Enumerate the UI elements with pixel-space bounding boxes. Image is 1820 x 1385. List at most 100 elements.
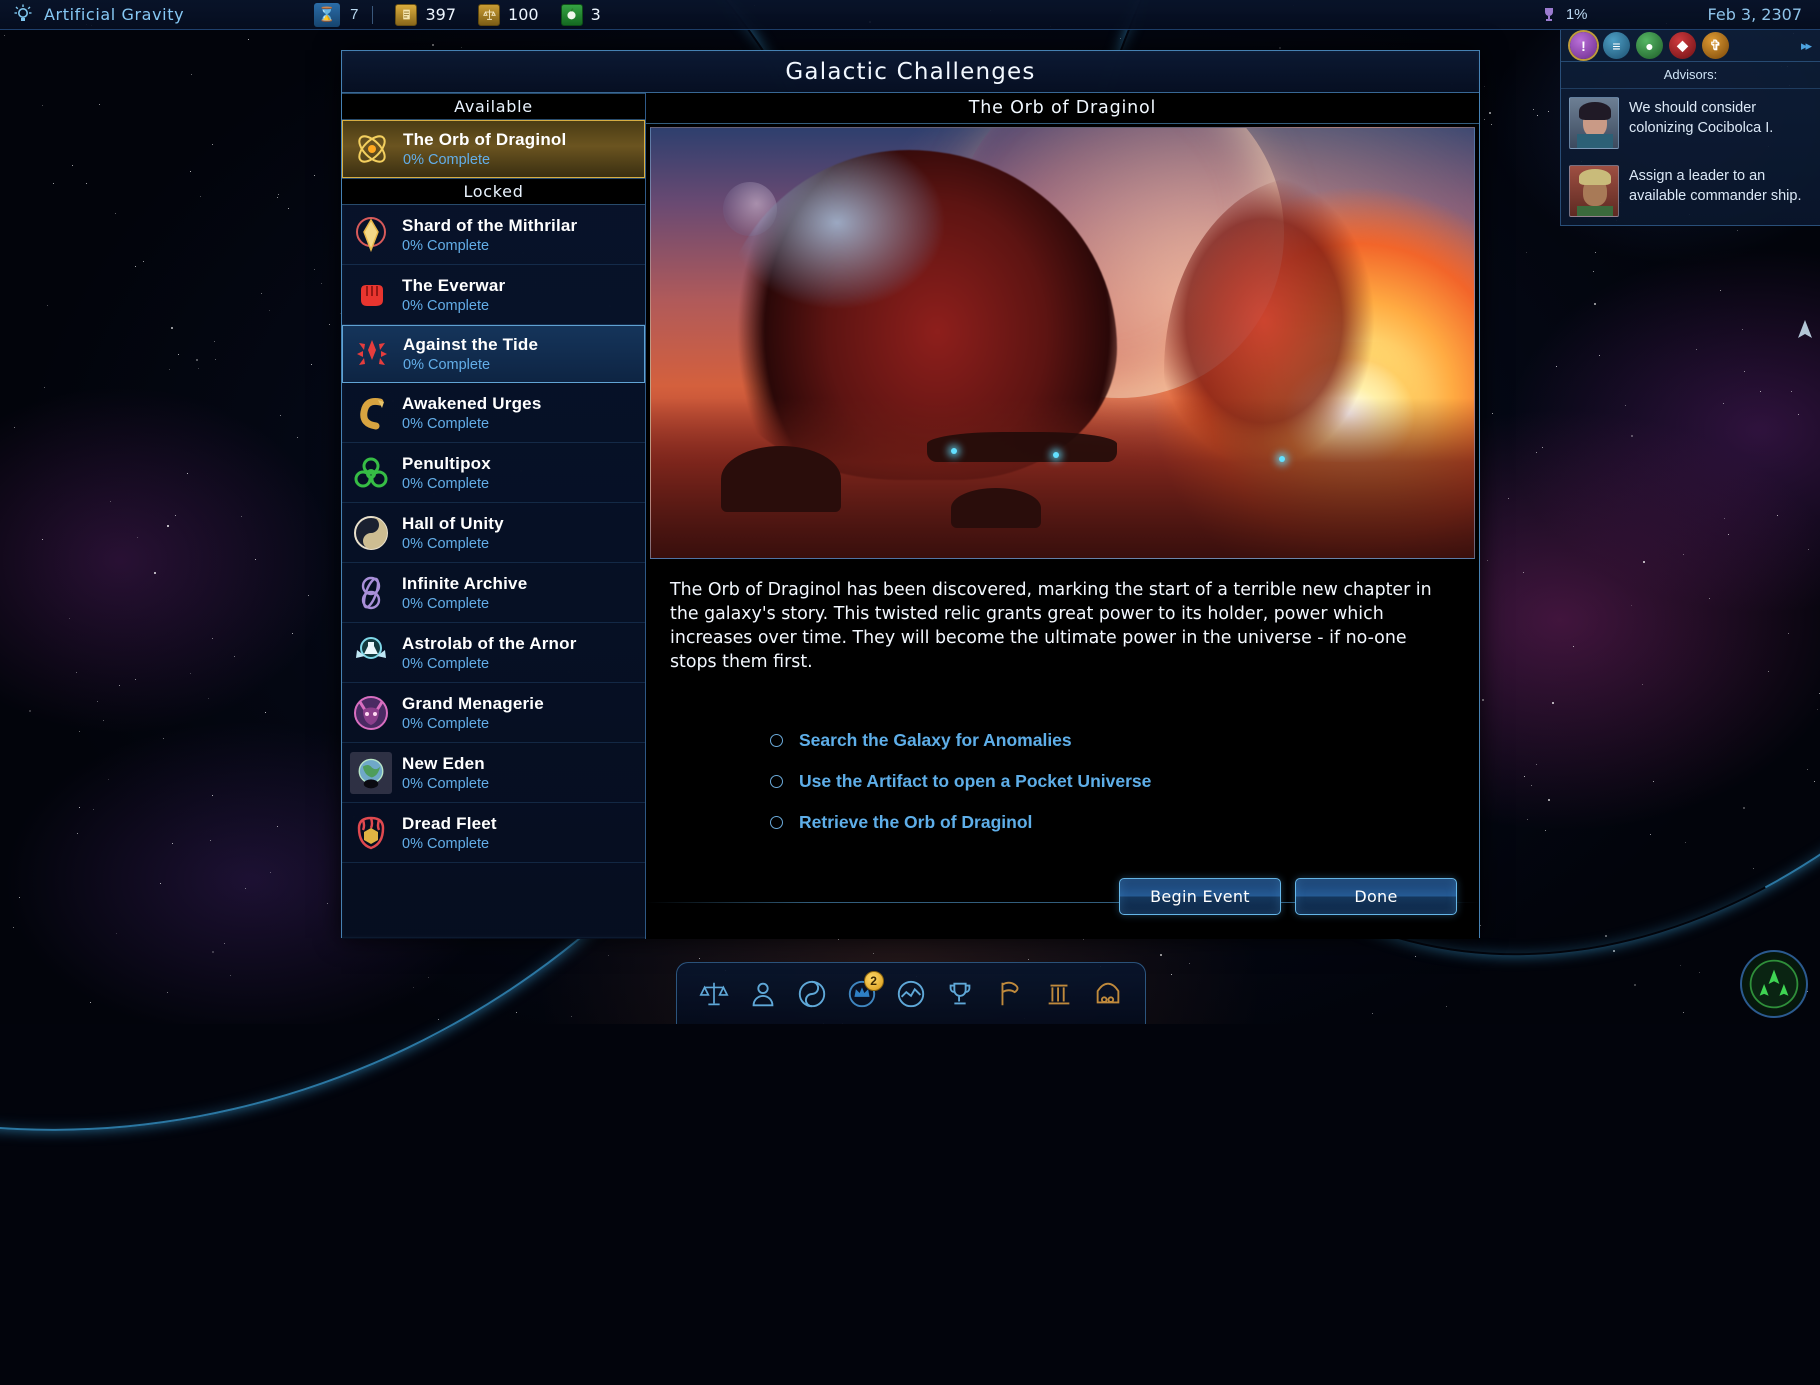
research-value: 397 (425, 5, 456, 24)
challenge-name: The Everwar (402, 276, 505, 296)
notification-badge: 2 (864, 971, 884, 991)
resource-approval[interactable]: 100 (478, 4, 539, 26)
fleet-radar-minimap[interactable] (1740, 950, 1808, 1018)
dialog-title: Galactic Challenges (342, 51, 1479, 93)
trophy-icon (1540, 6, 1558, 24)
challenge-item-grand-menagerie[interactable]: Grand Menagerie 0% Complete (342, 683, 645, 743)
begin-event-button[interactable]: Begin Event (1119, 878, 1281, 915)
ship-light (1279, 456, 1285, 462)
alert-icon[interactable]: ! (1570, 32, 1597, 59)
challenge-progress: 0% Complete (402, 776, 489, 792)
military-icon[interactable]: ◆ (1669, 32, 1696, 59)
dread-crest-icon (350, 812, 392, 854)
scales-icon (478, 4, 500, 26)
objectives-list: Search the Galaxy for Anomalies Use the … (646, 674, 1479, 833)
group-header-locked: Locked (342, 178, 645, 205)
challenge-progress: 0% Complete (402, 238, 577, 254)
current-tech-label: Artificial Gravity (44, 5, 184, 24)
planets-icon[interactable]: ● (1636, 32, 1663, 59)
challenge-name: Dread Fleet (402, 814, 497, 834)
biohazard-icon (350, 452, 392, 494)
challenge-item-shard-of-the-mithrilar[interactable]: Shard of the Mithrilar 0% Complete (342, 205, 645, 265)
objective-item[interactable]: Use the Artifact to open a Pocket Univer… (770, 771, 1479, 792)
reports-icon[interactable]: ≡ (1603, 32, 1630, 59)
female-advisor-avatar (1569, 97, 1619, 149)
challenge-item-dread-fleet[interactable]: Dread Fleet 0% Complete (342, 803, 645, 863)
flask-wings-icon (350, 632, 392, 674)
government-scales-icon[interactable] (694, 974, 734, 1014)
objective-item[interactable]: Retrieve the Orb of Draginol (770, 812, 1479, 833)
double-chevron-right-icon[interactable]: ▸▸ (1801, 38, 1814, 54)
challenge-progress: 0% Complete (403, 152, 566, 168)
advisor-panel: ! ≡ ● ◆ ✞ ▸▸ Advisors: We should conside… (1560, 30, 1820, 226)
rock (721, 446, 841, 512)
research-scroll-icon (395, 4, 417, 26)
resource-food[interactable]: 3 (561, 4, 601, 26)
circus-tent-icon[interactable] (1088, 974, 1128, 1014)
challenge-progress: 0% Complete (403, 357, 538, 373)
challenge-name: Hall of Unity (402, 514, 504, 534)
challenge-item-against-the-tide[interactable]: Against the Tide 0% Complete (342, 325, 645, 383)
dialog-footer: Begin Event Done (646, 878, 1479, 939)
crystal-shard-icon (350, 214, 392, 256)
challenge-item-the-everwar[interactable]: The Everwar 0% Complete (342, 265, 645, 325)
ship-light (951, 448, 957, 454)
victory-percent: 1% (1566, 6, 1588, 23)
planet-eden-icon (350, 752, 392, 794)
advisor-message-text: Assign a leader to an available commande… (1629, 165, 1812, 217)
challenge-progress: 0% Complete (402, 416, 542, 432)
food-value: 3 (591, 5, 601, 24)
victory-trophy-icon[interactable] (940, 974, 980, 1014)
challenge-item-new-eden[interactable]: New Eden 0% Complete (342, 743, 645, 803)
challenge-name: Awakened Urges (402, 394, 542, 414)
serpent-icon (350, 392, 392, 434)
diplomacy-icon[interactable]: ✞ (1702, 32, 1729, 59)
top-right-cluster: 1% Feb 3, 2307 (1540, 0, 1820, 30)
crown-leaders-icon[interactable]: 2 (842, 974, 882, 1014)
challenge-name: Against the Tide (403, 335, 538, 355)
objective-radio-icon (770, 775, 783, 788)
population-person-icon[interactable] (743, 974, 783, 1014)
food-apple-icon (561, 4, 583, 26)
top-status-bar: Artificial Gravity ⌛ 7 397 100 3 1% Feb … (0, 0, 1820, 30)
challenge-name: Grand Menagerie (402, 694, 544, 714)
landed-ship (927, 432, 1117, 462)
ship-marker-icon[interactable] (1790, 318, 1820, 344)
detail-title: The Orb of Draginol (646, 93, 1479, 124)
ship-light (1053, 452, 1059, 458)
resource-research[interactable]: 397 (395, 4, 456, 26)
bottom-taskbar: 2 (676, 962, 1146, 1024)
atom-orb-icon (351, 128, 393, 170)
challenge-item-awakened-urges[interactable]: Awakened Urges 0% Complete (342, 383, 645, 443)
challenge-progress: 0% Complete (402, 836, 497, 852)
group-header-available: Available (342, 93, 645, 120)
game-date: Feb 3, 2307 (1708, 5, 1802, 24)
done-button[interactable]: Done (1295, 878, 1457, 915)
objective-item[interactable]: Search the Galaxy for Anomalies (770, 730, 1479, 751)
galactic-challenges-dialog: Galactic Challenges Available The Orb of (341, 50, 1480, 938)
challenge-progress: 0% Complete (402, 536, 504, 552)
objective-radio-icon (770, 816, 783, 829)
advisor-message-text: We should consider colonizing Cocibolca … (1629, 97, 1812, 149)
challenge-progress: 0% Complete (402, 298, 505, 314)
challenge-item-penultipox[interactable]: Penultipox 0% Complete (342, 443, 645, 503)
challenge-item-hall-of-unity[interactable]: Hall of Unity 0% Complete (342, 503, 645, 563)
economy-graph-icon[interactable] (891, 974, 931, 1014)
advisor-message[interactable]: We should consider colonizing Cocibolca … (1561, 89, 1820, 157)
factions-flag-icon[interactable] (990, 974, 1030, 1014)
yin-yang-culture-icon[interactable] (792, 974, 832, 1014)
challenge-item-astrolab-of-the-arnor[interactable]: Astrolab of the Arnor 0% Complete (342, 623, 645, 683)
rock (951, 488, 1041, 528)
advisor-message[interactable]: Assign a leader to an available commande… (1561, 157, 1820, 225)
challenge-progress: 0% Complete (402, 596, 527, 612)
challenge-list[interactable]: Available The Orb of Draginol 0% Complet… (342, 93, 646, 939)
challenge-progress: 0% Complete (402, 716, 544, 732)
challenge-name: New Eden (402, 754, 489, 774)
challenge-item-orb-of-draginol[interactable]: The Orb of Draginol 0% Complete (342, 120, 645, 178)
challenge-name: Infinite Archive (402, 574, 527, 594)
challenge-item-infinite-archive[interactable]: Infinite Archive 0% Complete (342, 563, 645, 623)
challenge-description: The Orb of Draginol has been discovered,… (646, 559, 1479, 674)
challenge-progress: 0% Complete (402, 656, 577, 672)
lightbulb-icon (12, 4, 34, 26)
senate-columns-icon[interactable] (1039, 974, 1079, 1014)
